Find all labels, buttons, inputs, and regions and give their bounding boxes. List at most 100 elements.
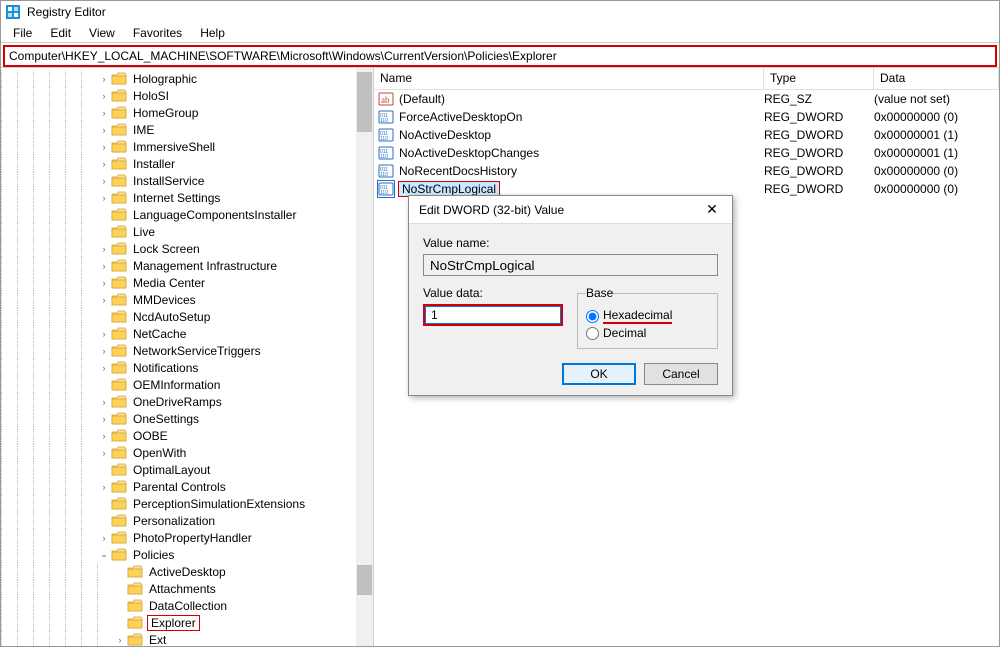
chevron-right-icon[interactable]: › xyxy=(97,295,111,305)
value-name-label: Value name: xyxy=(423,236,718,250)
chevron-right-icon[interactable]: › xyxy=(97,346,111,356)
tree-item[interactable]: ›Internet Settings xyxy=(1,189,373,206)
tree-item[interactable]: NcdAutoSetup xyxy=(1,308,373,325)
tree-item[interactable]: ›Installer xyxy=(1,155,373,172)
header-data[interactable]: Data xyxy=(874,68,999,89)
tree-item[interactable]: ›HomeGroup xyxy=(1,104,373,121)
chevron-right-icon[interactable]: › xyxy=(97,91,111,101)
tree-item[interactable]: Attachments xyxy=(1,580,373,597)
value-data-field[interactable] xyxy=(423,304,563,326)
menu-favorites[interactable]: Favorites xyxy=(125,24,190,42)
tree-item[interactable]: ›Parental Controls xyxy=(1,478,373,495)
chevron-right-icon[interactable]: › xyxy=(97,261,111,271)
chevron-right-icon[interactable]: › xyxy=(97,397,111,407)
chevron-right-icon[interactable]: › xyxy=(97,74,111,84)
tree-item[interactable]: ⌄ Policies xyxy=(1,546,373,563)
tree-item[interactable]: LanguageComponentsInstaller xyxy=(1,206,373,223)
value-row[interactable]: 011110NoActiveDesktopChangesREG_DWORD0x0… xyxy=(374,144,999,162)
chevron-right-icon[interactable]: › xyxy=(97,329,111,339)
dialog-title: Edit DWORD (32-bit) Value xyxy=(419,203,692,217)
tree-item[interactable]: ›OpenWith xyxy=(1,444,373,461)
tree-item[interactable]: ›OOBE xyxy=(1,427,373,444)
tree-item[interactable]: ›ImmersiveShell xyxy=(1,138,373,155)
folder-icon xyxy=(111,225,127,238)
chevron-right-icon[interactable]: › xyxy=(97,278,111,288)
address-bar[interactable] xyxy=(5,47,995,65)
radio-hexadecimal[interactable] xyxy=(586,310,599,323)
chevron-right-icon[interactable]: › xyxy=(97,125,111,135)
chevron-right-icon[interactable]: › xyxy=(97,244,111,254)
dialog-titlebar[interactable]: Edit DWORD (32-bit) Value ✕ xyxy=(409,196,732,224)
chevron-right-icon[interactable]: › xyxy=(97,431,111,441)
header-name[interactable]: Name xyxy=(374,68,764,89)
chevron-right-icon[interactable]: › xyxy=(97,108,111,118)
registry-tree[interactable]: ›Holographic›HoloSI›HomeGroup›IME›Immers… xyxy=(1,68,373,646)
scrollbar-thumb[interactable] xyxy=(357,565,372,595)
value-row[interactable]: 011110ForceActiveDesktopOnREG_DWORD0x000… xyxy=(374,108,999,126)
chevron-right-icon[interactable]: › xyxy=(97,414,111,424)
tree-item[interactable]: OptimalLayout xyxy=(1,461,373,478)
tree-item[interactable]: ›Holographic xyxy=(1,70,373,87)
tree-scrollbar[interactable] xyxy=(356,68,373,646)
cancel-button[interactable]: Cancel xyxy=(644,363,718,385)
menu-view[interactable]: View xyxy=(81,24,123,42)
values-header: Name Type Data xyxy=(374,68,999,90)
chevron-right-icon[interactable]: › xyxy=(113,635,127,645)
tree-item[interactable]: ›Ext xyxy=(1,631,373,646)
tree-item[interactable]: ›MMDevices xyxy=(1,291,373,308)
menu-file[interactable]: File xyxy=(5,24,40,42)
tree-item[interactable]: ›OneDriveRamps xyxy=(1,393,373,410)
values-list[interactable]: ab(Default)REG_SZ(value not set)011110Fo… xyxy=(374,90,999,198)
tree-item[interactable]: ›Lock Screen xyxy=(1,240,373,257)
tree-item[interactable]: Personalization xyxy=(1,512,373,529)
tree-item-label: Policies xyxy=(131,548,176,562)
tree-item[interactable]: ›NetCache xyxy=(1,325,373,342)
folder-icon xyxy=(111,310,127,323)
tree-item[interactable]: Live xyxy=(1,223,373,240)
folder-icon xyxy=(111,327,127,340)
tree-item[interactable]: ›IME xyxy=(1,121,373,138)
radio-decimal[interactable] xyxy=(586,327,599,340)
header-type[interactable]: Type xyxy=(764,68,874,89)
dword-value-icon: 011110 xyxy=(378,145,394,161)
tree-item[interactable]: ›Media Center xyxy=(1,274,373,291)
value-row[interactable]: 011110NoActiveDesktopREG_DWORD0x00000001… xyxy=(374,126,999,144)
tree-item[interactable]: ›InstallService xyxy=(1,172,373,189)
tree-item[interactable]: ›PhotoPropertyHandler xyxy=(1,529,373,546)
tree-pane: ›Holographic›HoloSI›HomeGroup›IME›Immers… xyxy=(1,68,374,646)
chevron-down-icon[interactable]: ⌄ xyxy=(97,549,111,560)
chevron-right-icon[interactable]: › xyxy=(97,448,111,458)
tree-item[interactable]: OEMInformation xyxy=(1,376,373,393)
tree-item-label: OEMInformation xyxy=(131,378,222,392)
tree-item-label: NcdAutoSetup xyxy=(131,310,212,324)
tree-item[interactable]: DataCollection xyxy=(1,597,373,614)
tree-item[interactable]: PerceptionSimulationExtensions xyxy=(1,495,373,512)
chevron-right-icon[interactable]: › xyxy=(97,159,111,169)
tree-item[interactable]: ›Notifications xyxy=(1,359,373,376)
chevron-right-icon[interactable]: › xyxy=(97,193,111,203)
window-title: Registry Editor xyxy=(27,5,106,19)
chevron-right-icon[interactable]: › xyxy=(97,482,111,492)
value-row[interactable]: ab(Default)REG_SZ(value not set) xyxy=(374,90,999,108)
string-value-icon: ab xyxy=(378,91,394,107)
chevron-right-icon[interactable]: › xyxy=(97,363,111,373)
tree-item-label: Attachments xyxy=(147,582,218,596)
radio-hexadecimal-label[interactable]: Hexadecimal xyxy=(603,308,672,324)
scrollbar-thumb[interactable] xyxy=(357,72,372,132)
tree-item[interactable]: ›OneSettings xyxy=(1,410,373,427)
tree-item[interactable]: ›Management Infrastructure xyxy=(1,257,373,274)
menu-help[interactable]: Help xyxy=(192,24,233,42)
tree-item[interactable]: ActiveDesktop xyxy=(1,563,373,580)
chevron-right-icon[interactable]: › xyxy=(97,176,111,186)
tree-item[interactable]: ›HoloSI xyxy=(1,87,373,104)
close-icon[interactable]: ✕ xyxy=(692,201,732,218)
tree-item[interactable]: ›NetworkServiceTriggers xyxy=(1,342,373,359)
chevron-right-icon[interactable]: › xyxy=(97,533,111,543)
value-row[interactable]: 011110NoRecentDocsHistoryREG_DWORD0x0000… xyxy=(374,162,999,180)
menu-edit[interactable]: Edit xyxy=(42,24,79,42)
value-name-field xyxy=(423,254,718,276)
ok-button[interactable]: OK xyxy=(562,363,636,385)
tree-item[interactable]: Explorer xyxy=(1,614,373,631)
chevron-right-icon[interactable]: › xyxy=(97,142,111,152)
radio-decimal-label[interactable]: Decimal xyxy=(603,326,646,340)
